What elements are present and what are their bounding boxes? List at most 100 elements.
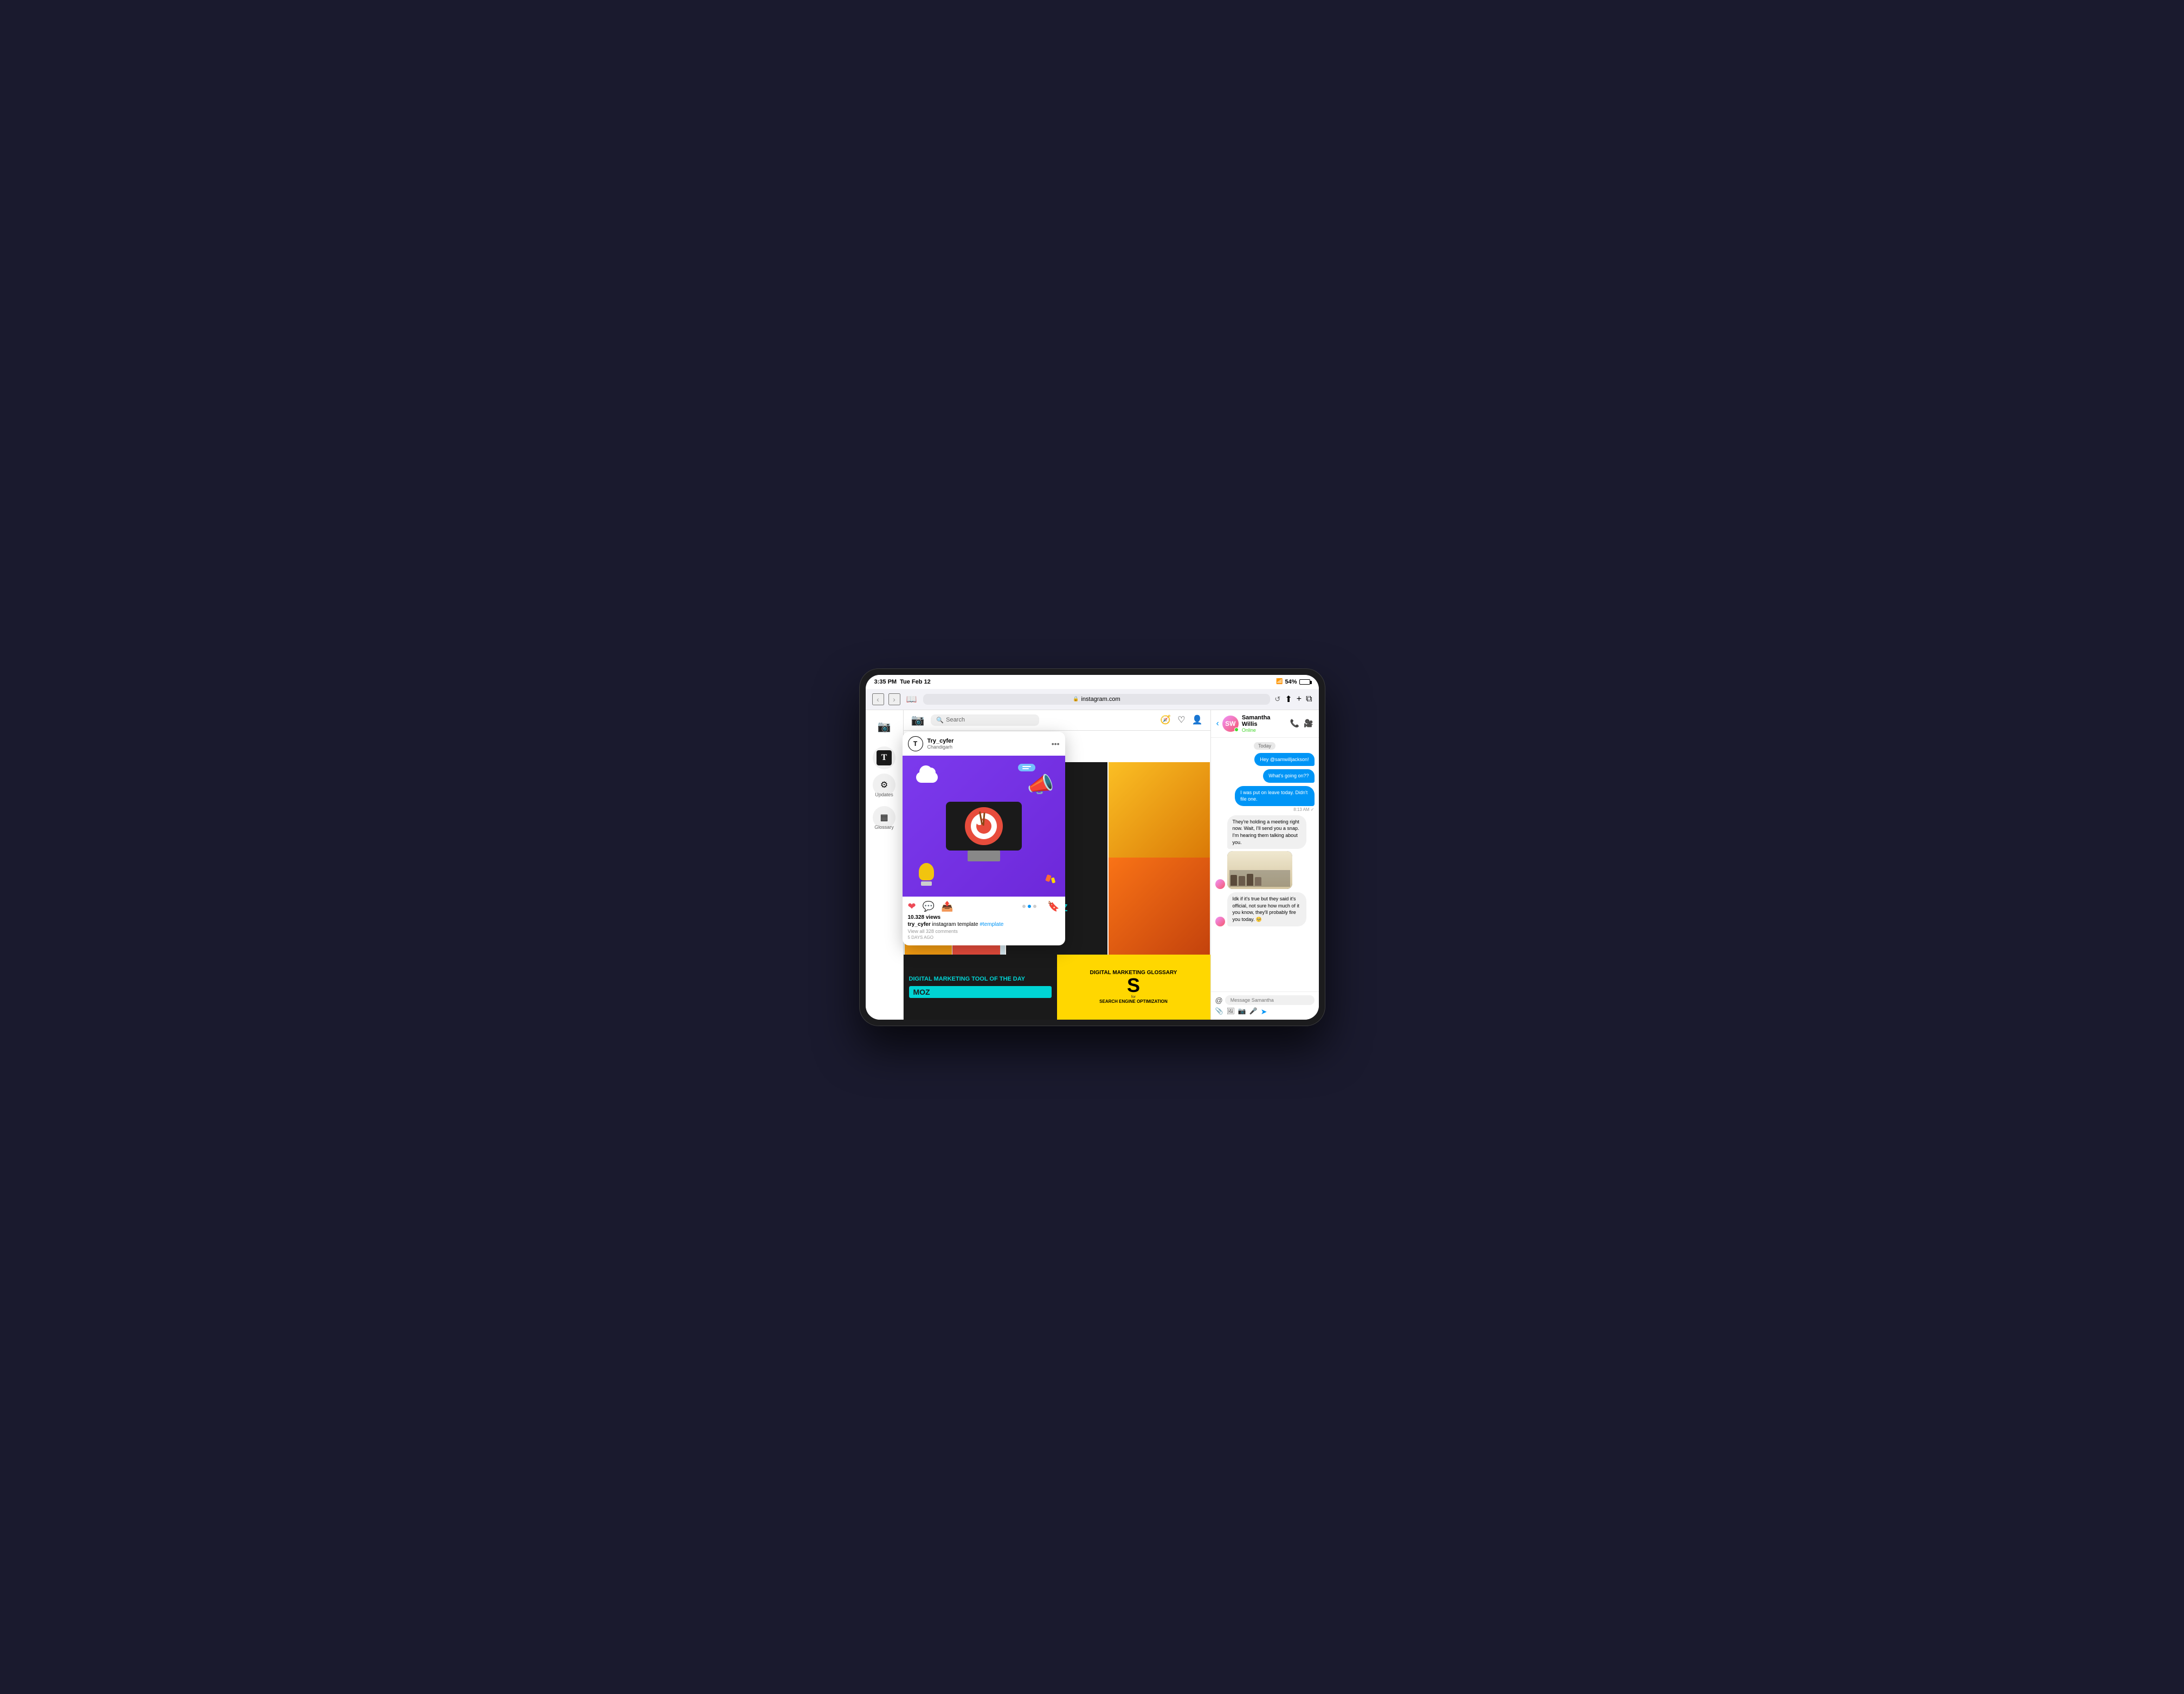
ig-search-bar[interactable]: 🔍 Search xyxy=(931,714,1039,726)
dm-message-input[interactable] xyxy=(1225,995,1315,1005)
browser-actions: ⬆ + ⧉ xyxy=(1285,694,1312,705)
like-button[interactable]: ❤ xyxy=(908,901,916,912)
updates-label: Updates xyxy=(875,792,893,797)
tab-view-button[interactable]: ⧉ xyxy=(1306,694,1312,704)
lock-icon: 🔒 xyxy=(1073,696,1079,702)
glossary-banner: DIGITAL MARKETING GLOSSARY S for SEARCH … xyxy=(1057,955,1210,1020)
sidebar-item-glossary[interactable]: ▦ Glossary xyxy=(873,806,895,830)
send-button[interactable]: ➤ xyxy=(1261,1007,1267,1016)
dm-call-icons: 📞 🎥 xyxy=(1290,719,1313,728)
ig-sidebar: 📷 T ⚙ Updates ▦ Glossar xyxy=(866,710,904,1020)
post-time: 5 DAYS AGO xyxy=(908,935,1060,940)
share-button[interactable]: ⬆ xyxy=(1285,694,1292,705)
speech-bubble xyxy=(1018,764,1035,771)
battery-percent: 54% xyxy=(1285,679,1297,685)
post-actions: ❤ 💬 📤 🔖 xyxy=(904,897,1065,914)
status-left: 3:35 PM Tue Feb 12 xyxy=(874,679,931,685)
megaphone-illustration: 📣 xyxy=(1027,772,1054,797)
bulb-glass xyxy=(919,863,934,880)
dm-photo xyxy=(1227,851,1292,889)
ipad-frame: 3:35 PM Tue Feb 12 📶 54% ‹ › 📖 🔒 instagr… xyxy=(859,668,1325,1026)
caption-hashtag[interactable]: #template xyxy=(980,922,1003,927)
post-image: 📣 xyxy=(904,756,1065,897)
voice-call-button[interactable]: 📞 xyxy=(1290,719,1299,728)
main-content: 📷 T ⚙ Updates ▦ Glossar xyxy=(866,710,1319,1020)
dm-bubble-4: They're holding a meeting right now. Wai… xyxy=(1227,815,1306,849)
sidebar-item-updates[interactable]: ⚙ Updates xyxy=(873,774,895,797)
glossary-label: Glossary xyxy=(874,825,894,830)
attachment-button[interactable]: 📎 xyxy=(1215,1007,1223,1016)
forward-button[interactable]: › xyxy=(888,693,900,705)
dm-at-button[interactable]: @ xyxy=(1215,996,1223,1004)
post-dots xyxy=(1022,905,1036,908)
sidebar-updates[interactable]: T xyxy=(873,746,895,765)
camera-button[interactable]: 📷 xyxy=(1238,1007,1246,1016)
grid-item-6[interactable] xyxy=(1109,858,1210,955)
dm-msg-row-5: Idk if it's true but they said it's offi… xyxy=(1215,892,1315,926)
browser-chrome: ‹ › 📖 🔒 instagram.com ↺ ⬆ + ⧉ xyxy=(866,689,1319,710)
post-more-button[interactable]: ••• xyxy=(1052,739,1060,748)
url-bar[interactable]: 🔒 instagram.com xyxy=(923,694,1271,705)
share-post-button[interactable]: 📤 xyxy=(941,901,953,912)
dm-msg-row-4: They're holding a meeting right now. Wai… xyxy=(1215,815,1315,889)
post-card: T Try_cyfer Chandigarh ••• xyxy=(904,732,1065,945)
glossary-letter: S xyxy=(1062,976,1205,995)
instagram-logo: 📷 xyxy=(878,720,891,733)
dm-messages[interactable]: Today Hey @samwilljackson! What's going … xyxy=(1211,738,1319,991)
cloud-body xyxy=(916,772,938,783)
dm-contact-name: Samantha Willis xyxy=(1242,714,1287,727)
ig-wordmark: 📷 xyxy=(911,713,925,727)
voice-button[interactable]: 🎤 xyxy=(1249,1007,1258,1016)
wifi-icon: 📶 xyxy=(1276,679,1283,685)
moz-banner: DIGITAL MARKETING TOOL OF THE DAY MOZ xyxy=(904,955,1057,1020)
confetti xyxy=(1046,875,1057,888)
target-scene: 📣 xyxy=(904,756,1065,897)
dm-photo-inner xyxy=(1227,851,1292,889)
ig-nav-icons: 🧭 ♡ 👤 xyxy=(1160,714,1202,725)
dm-contact-status: Online xyxy=(1242,727,1287,733)
new-tab-button[interactable]: + xyxy=(1297,694,1302,704)
dm-bubble-5: Idk if it's true but they said it's offi… xyxy=(1227,892,1306,926)
status-bar: 3:35 PM Tue Feb 12 📶 54% xyxy=(866,675,1319,689)
dm-bubble-2: What's going on?? xyxy=(1263,769,1314,783)
reload-button[interactable]: ↺ xyxy=(1274,695,1280,704)
comment-button[interactable]: 💬 xyxy=(923,901,935,912)
dm-received-avatar-2 xyxy=(1215,917,1225,926)
bulb-base xyxy=(921,881,932,886)
dm-back-button[interactable]: ‹ xyxy=(1216,719,1219,729)
lightbulb-illustration xyxy=(919,863,934,886)
sidebar-updates-icon[interactable]: T xyxy=(873,746,895,769)
dm-status-dot xyxy=(1234,727,1239,732)
photo-button[interactable]: 🖼 xyxy=(1226,1007,1234,1016)
post-location: Chandigarh xyxy=(927,744,954,750)
back-button[interactable]: ‹ xyxy=(872,693,884,705)
bullseye-illustration xyxy=(965,807,1003,845)
explore-icon[interactable]: 🧭 xyxy=(1160,714,1171,725)
dm-received-avatar xyxy=(1215,879,1225,889)
caption-username: try_cyfer xyxy=(908,922,931,927)
profile-icon[interactable]: 👤 xyxy=(1192,714,1203,725)
bookmarks-button[interactable]: 📖 xyxy=(905,692,919,706)
dm-msg-3: I was put on leave today. Didn't file on… xyxy=(1235,786,1314,812)
date-badge: Today xyxy=(1254,742,1275,750)
video-call-button[interactable]: 🎥 xyxy=(1304,719,1313,728)
dm-header: ‹ SW Samantha Willis Online 📞 🎥 xyxy=(1211,710,1319,738)
grid-item-3[interactable] xyxy=(1109,762,1210,864)
save-button[interactable]: 🔖 xyxy=(1047,901,1059,912)
cloud-illustration xyxy=(913,767,940,783)
ig-nav: 📷 🔍 Search 🧭 ♡ 👤 xyxy=(904,710,1210,731)
dm-msg-3-time: 8:13 AM ✓ xyxy=(1293,807,1314,812)
t-letter: T xyxy=(881,753,887,763)
dm-msg-2: What's going on?? xyxy=(1263,769,1314,783)
dm-mention-bar: @ xyxy=(1215,995,1315,1005)
ipad-screen: 3:35 PM Tue Feb 12 📶 54% ‹ › 📖 🔒 instagr… xyxy=(866,675,1319,1020)
view-comments-button[interactable]: View all 328 comments xyxy=(908,929,1060,934)
activity-icon[interactable]: ♡ xyxy=(1177,714,1185,725)
post-avatar: T xyxy=(908,736,923,751)
post-user-info: Try_cyfer Chandigarh xyxy=(927,738,954,750)
instagram-area: 📷 🔍 Search 🧭 ♡ 👤 try_cyfer Foll xyxy=(904,710,1210,1020)
ig-lower-content: DIGITAL MARKETING TOOL OF THE DAY MOZ DI… xyxy=(904,955,1210,1020)
search-icon: 🔍 xyxy=(936,717,944,724)
dm-contact-info: Samantha Willis Online xyxy=(1242,714,1287,733)
dm-msg-1: Hey @samwilljackson! xyxy=(1254,753,1314,767)
